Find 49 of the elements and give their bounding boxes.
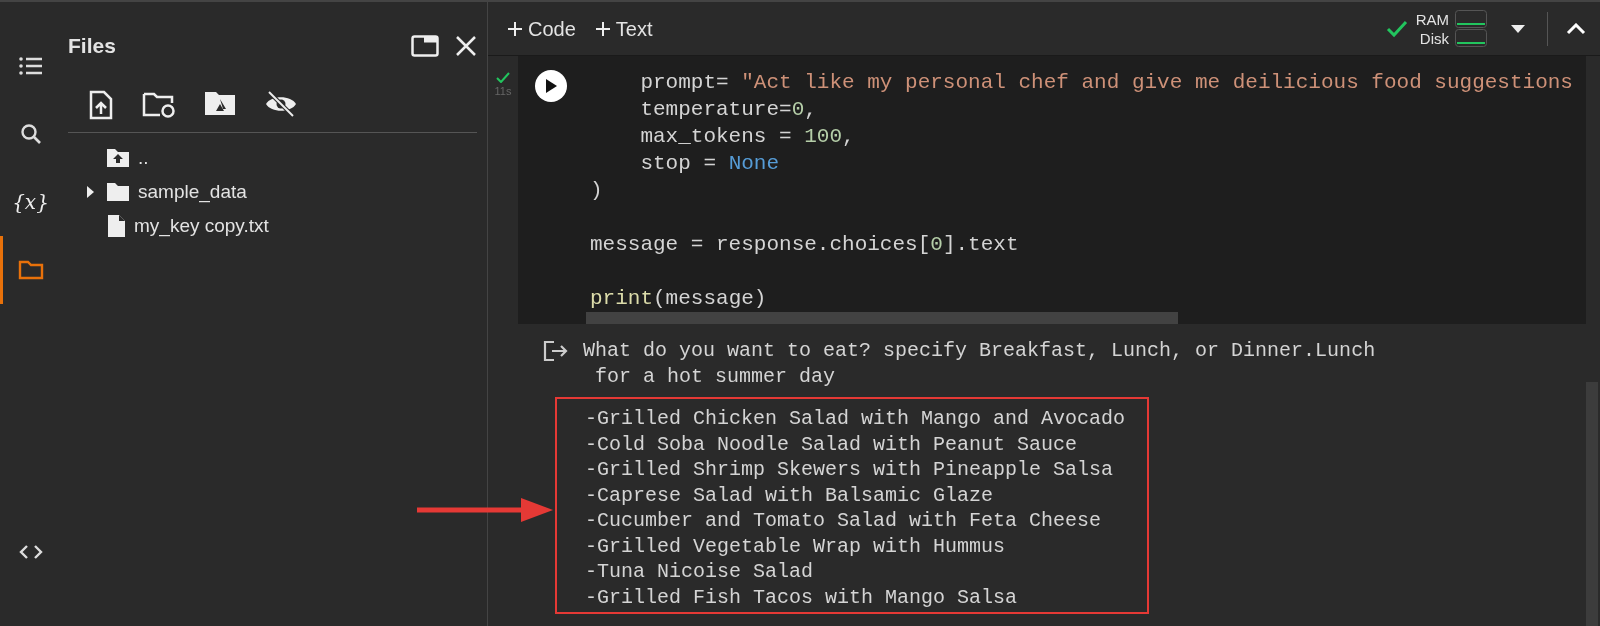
output-line: for a hot summer day <box>594 364 836 388</box>
file-name[interactable]: sample_data <box>138 177 247 207</box>
output-line: What do you want to eat? specify Breakfast, Lunch, or Dinner.Lunch <box>583 339 1376 362</box>
code-line: stop = None <box>639 152 780 175</box>
code-line: print(message) <box>590 287 767 310</box>
code-line: max_tokens = 100, <box>639 125 855 148</box>
panel-title: Files <box>68 33 116 60</box>
code-cell[interactable]: prompt= "Act like my personal chef and give me deilicious food suggestions temperature=0, max_tokens = 100, stop = None ) message = response.choices[0].text print(message) <box>518 56 1586 324</box>
output-icon[interactable] <box>543 340 569 362</box>
add-cell-button[interactable]: Code <box>498 9 586 48</box>
plus-icon <box>508 21 522 36</box>
execution-time: 11s <box>494 84 512 99</box>
add-cell-button[interactable]: Text <box>585 9 663 48</box>
code-line: temperature=0, <box>639 98 817 121</box>
plus-icon <box>595 21 610 36</box>
variables-button[interactable]: {x} <box>0 168 58 236</box>
collapse-button[interactable] <box>1566 22 1586 35</box>
output-line: -Caprese Salad with Balsamic Glaze <box>585 483 994 507</box>
code-line: prompt= "Act like my personal chef and give me deilicious food suggestions <box>639 71 1573 94</box>
dropdown-caret-icon[interactable] <box>1511 24 1525 33</box>
usage-graph <box>1455 29 1487 47</box>
code-line: message = response.choices[0].text <box>590 233 1019 256</box>
check-icon <box>1385 19 1408 38</box>
output-line: -Tuna Nicoise Salad <box>585 560 814 583</box>
file-name[interactable]: .. <box>138 143 149 173</box>
check-icon <box>496 72 510 83</box>
meter-label: RAM <box>1415 10 1449 28</box>
refresh-folder-button[interactable] <box>142 90 176 120</box>
file-icon <box>106 214 126 238</box>
output-line: -Cucumber and Tomato Salad with Feta Cheese <box>585 509 1102 532</box>
close-button[interactable] <box>455 35 477 57</box>
output-line: -Grilled Chicken Salad with Mango and Avocado <box>585 407 1126 430</box>
code-line: ) <box>590 179 603 202</box>
play-icon <box>545 79 557 93</box>
output-line: -Cold Soba Noodle Salad with Peanut Sauce <box>585 432 1078 456</box>
meter-label: Disk <box>1419 29 1449 47</box>
new-window-button[interactable] <box>411 35 439 57</box>
scrollbar[interactable] <box>586 312 1178 324</box>
output-line: -Grilled Fish Tacos with Mango Salsa <box>585 585 1018 609</box>
folder-icon <box>106 182 130 202</box>
file-name[interactable]: my_key copy.txt <box>134 211 269 241</box>
parent-folder-icon <box>106 148 130 168</box>
upload-file-button[interactable] <box>88 90 114 120</box>
output-line: -Grilled Vegetable Wrap with Hummus <box>585 534 1006 558</box>
output-line: -Grilled Shrimp Skewers with Pineapple Salsa <box>585 458 1114 481</box>
run-button[interactable] <box>535 70 567 102</box>
hide-icon[interactable] <box>264 90 298 120</box>
usage-graph <box>1455 10 1487 28</box>
expand-caret-icon[interactable] <box>87 186 95 198</box>
